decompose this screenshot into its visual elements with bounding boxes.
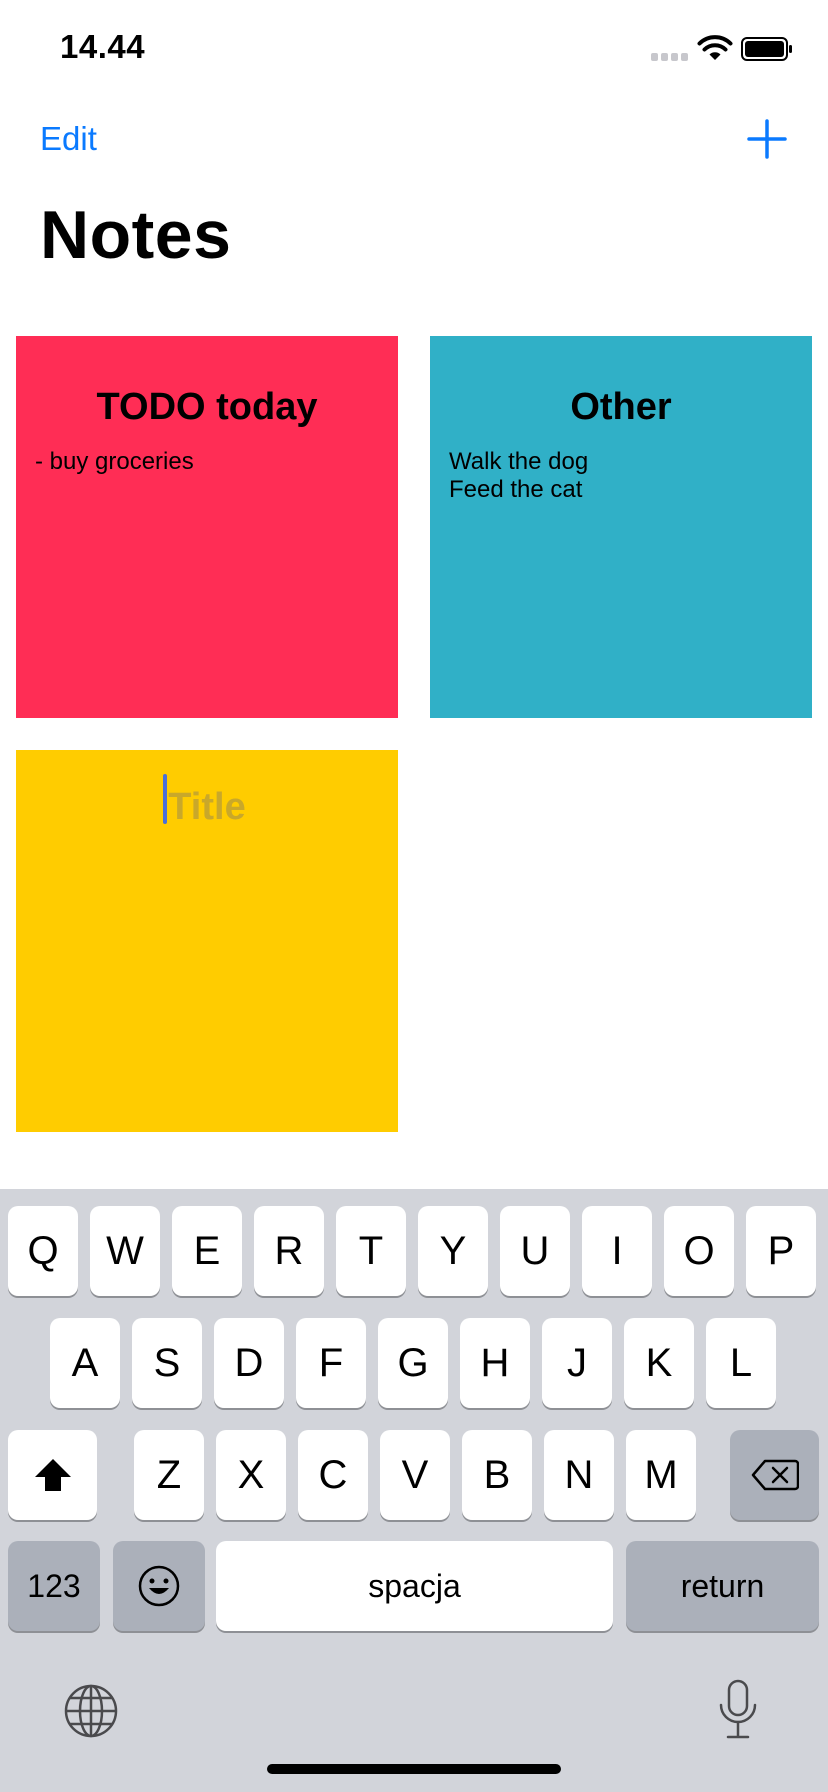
battery-icon (741, 37, 792, 61)
keyboard: QWERTYUIOP ASDFGHJKL ZXCVBNM 123 spacja … (0, 1189, 828, 1792)
space-key[interactable]: spacja (216, 1541, 613, 1631)
key-h[interactable]: H (460, 1318, 530, 1408)
key-g[interactable]: G (378, 1318, 448, 1408)
text-cursor (163, 774, 167, 824)
home-indicator (267, 1764, 561, 1774)
key-b[interactable]: B (462, 1430, 532, 1520)
key-q[interactable]: Q (8, 1206, 78, 1296)
key-s[interactable]: S (132, 1318, 202, 1408)
add-note-button[interactable] (746, 118, 788, 160)
key-y[interactable]: Y (418, 1206, 488, 1296)
note-body: Walk the dog Feed the cat (449, 448, 589, 503)
note-title: Other (570, 386, 672, 428)
key-l[interactable]: L (706, 1318, 776, 1408)
key-p[interactable]: P (746, 1206, 816, 1296)
status-time: 14.44 (60, 28, 146, 65)
key-k[interactable]: K (624, 1318, 694, 1408)
note-title: TODO today (96, 386, 318, 428)
key-a[interactable]: A (50, 1318, 120, 1408)
key-d[interactable]: D (214, 1318, 284, 1408)
delete-key[interactable] (730, 1430, 819, 1520)
key-v[interactable]: V (380, 1430, 450, 1520)
key-j[interactable]: J (542, 1318, 612, 1408)
key-r[interactable]: R (254, 1206, 324, 1296)
emoji-icon (138, 1565, 180, 1607)
cellular-signal-icon (651, 53, 691, 61)
key-t[interactable]: T (336, 1206, 406, 1296)
key-c[interactable]: C (298, 1430, 368, 1520)
globe-icon[interactable] (63, 1683, 119, 1739)
edit-button[interactable]: Edit (40, 120, 97, 158)
shift-arrow-icon (34, 1459, 71, 1491)
note-card-new[interactable] (16, 750, 398, 1132)
note-title-input[interactable] (16, 786, 398, 829)
page-title: Notes (40, 197, 232, 273)
note-card-other[interactable]: Other Walk the dog Feed the cat (430, 336, 812, 718)
key-f[interactable]: F (296, 1318, 366, 1408)
key-m[interactable]: M (626, 1430, 696, 1520)
emoji-key[interactable] (113, 1541, 205, 1631)
key-w[interactable]: W (90, 1206, 160, 1296)
numbers-key[interactable]: 123 (8, 1541, 100, 1631)
key-u[interactable]: U (500, 1206, 570, 1296)
key-e[interactable]: E (172, 1206, 242, 1296)
key-o[interactable]: O (664, 1206, 734, 1296)
key-i[interactable]: I (582, 1206, 652, 1296)
key-x[interactable]: X (216, 1430, 286, 1520)
wifi-icon (697, 35, 733, 60)
return-key[interactable]: return (626, 1541, 819, 1631)
microphone-icon[interactable] (716, 1679, 760, 1741)
key-n[interactable]: N (544, 1430, 614, 1520)
key-z[interactable]: Z (134, 1430, 204, 1520)
note-body: - buy groceries (35, 448, 194, 475)
backspace-icon (751, 1459, 799, 1491)
note-card-todo[interactable]: TODO today - buy groceries (16, 336, 398, 718)
shift-key[interactable] (8, 1430, 97, 1520)
